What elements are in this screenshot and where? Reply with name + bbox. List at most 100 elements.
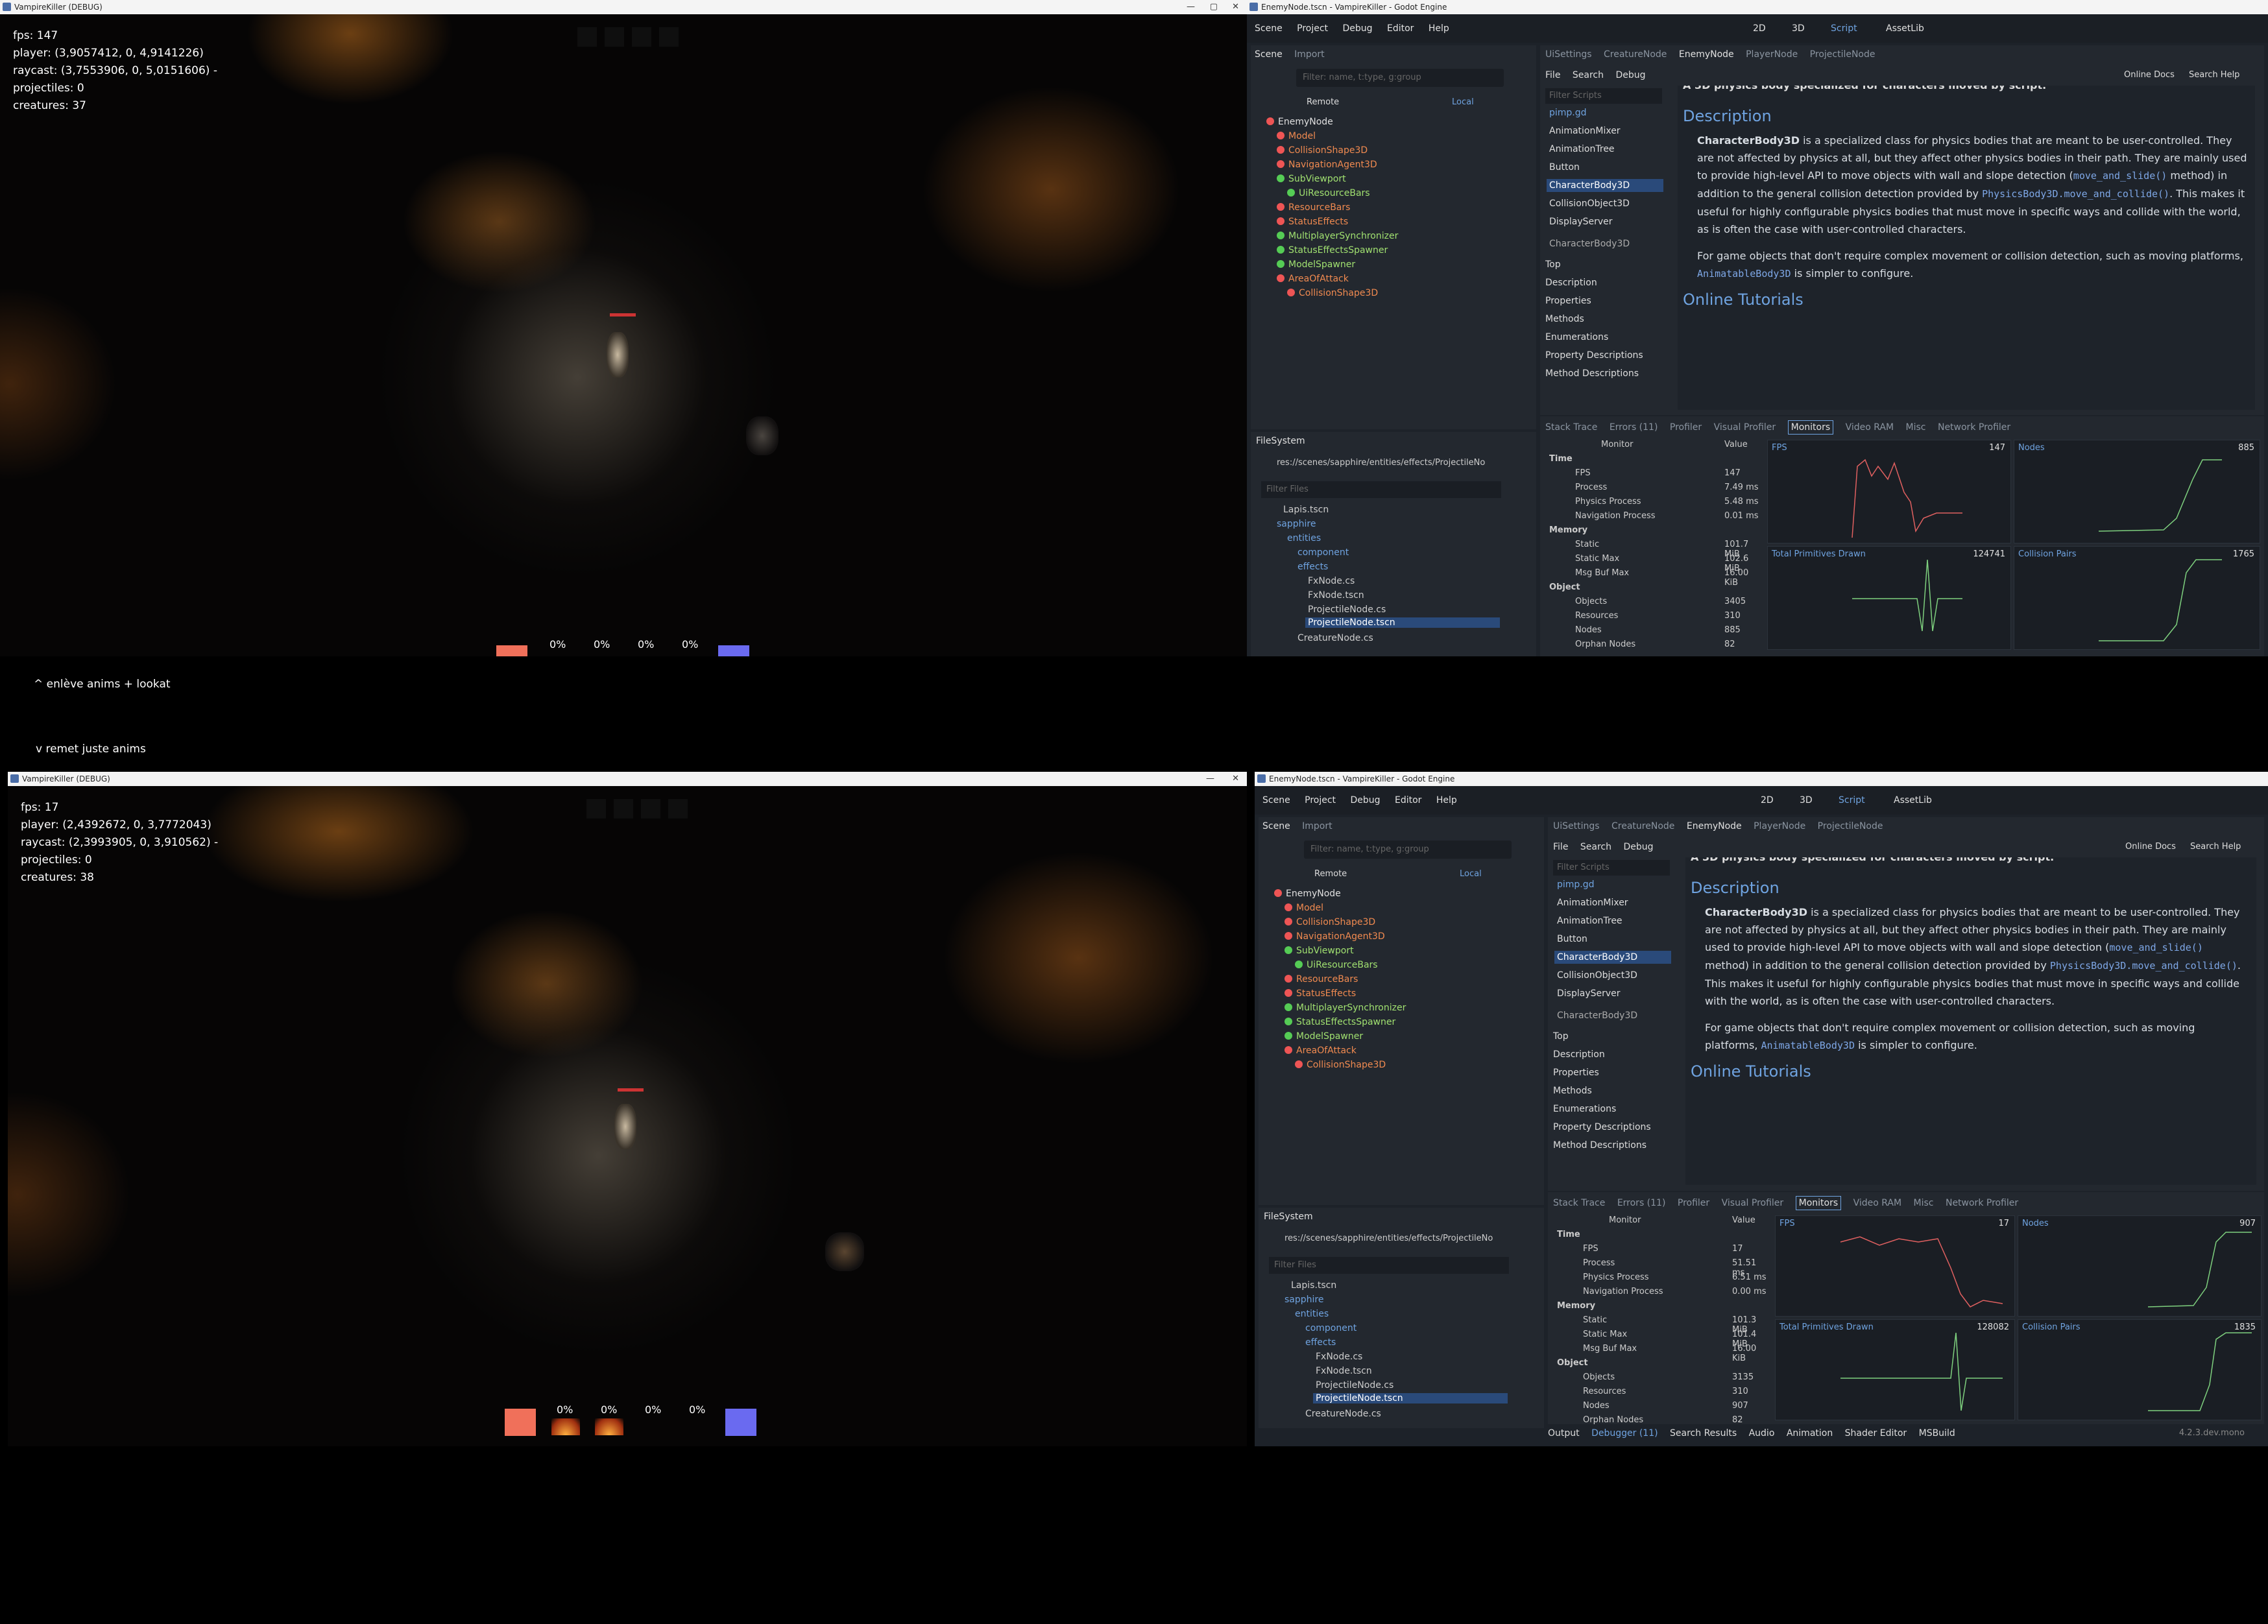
hotbar-slot[interactable] <box>659 27 679 47</box>
maximize-icon[interactable]: ▢ <box>1210 0 1218 14</box>
filesystem-tab[interactable]: FileSystem <box>1256 436 1305 446</box>
node-filter-input[interactable]: Filter: name, t:type, g:group <box>1304 841 1512 859</box>
monitor-row[interactable]: Static <box>1575 540 1599 549</box>
outline-item[interactable]: Methods <box>1545 314 1584 324</box>
monitor-row[interactable]: Msg Buf Max <box>1583 1344 1637 1354</box>
tree-node[interactable]: ModelSpawner <box>1285 1031 1363 1042</box>
fs-folder[interactable]: sapphire <box>1285 1295 1323 1305</box>
script-tab[interactable]: ProjectileNode <box>1818 821 1883 831</box>
tree-node[interactable]: StatusEffectsSpawner <box>1285 1017 1395 1027</box>
search-help-button[interactable]: Search Help <box>2189 70 2239 80</box>
outline-item[interactable]: Method Descriptions <box>1553 1140 1647 1151</box>
hotbar-slot[interactable] <box>641 799 660 818</box>
remote-toggle[interactable]: Remote <box>1307 97 1339 107</box>
tree-node[interactable]: ModelSpawner <box>1277 259 1355 270</box>
monitor-row[interactable]: Orphan Nodes <box>1575 639 1635 649</box>
filesystem-tab[interactable]: FileSystem <box>1264 1212 1313 1222</box>
monitor-row[interactable]: Objects <box>1583 1372 1615 1382</box>
close-icon[interactable]: ✕ <box>1232 772 1239 786</box>
monitor-row[interactable]: Static Max <box>1583 1330 1627 1339</box>
outline-item[interactable]: Enumerations <box>1545 332 1608 342</box>
monitor-row[interactable]: Orphan Nodes <box>1583 1415 1643 1425</box>
outline-item[interactable]: Properties <box>1553 1068 1599 1078</box>
mode-2d[interactable]: 2D <box>1753 14 1766 43</box>
bottom-tab[interactable]: Animation <box>1787 1428 1833 1439</box>
debugger-tab-active[interactable]: Monitors <box>1787 420 1834 435</box>
script-item[interactable]: AnimationMixer <box>1549 126 1621 136</box>
bottom-tab[interactable]: Output <box>1548 1428 1580 1439</box>
outline-item[interactable]: Enumerations <box>1553 1104 1616 1114</box>
mode-3d[interactable]: 3D <box>1800 786 1813 815</box>
monitor-row[interactable]: Physics Process <box>1575 497 1641 507</box>
monitor-row[interactable]: Static Max <box>1575 554 1619 564</box>
outline-item[interactable]: Properties <box>1545 296 1591 306</box>
tree-node[interactable]: CollisionShape3D <box>1287 288 1378 298</box>
fs-item[interactable]: CreatureNode.cs <box>1297 633 1373 643</box>
debugger-tab[interactable]: Stack Trace <box>1553 1198 1605 1208</box>
hotbar-slot[interactable] <box>605 27 624 47</box>
monitor-row[interactable]: Nodes <box>1583 1401 1610 1411</box>
mode-assetlib[interactable]: AssetLib <box>1894 786 1932 815</box>
script-tab-active[interactable]: EnemyNode <box>1679 49 1734 60</box>
tree-node[interactable]: StatusEffects <box>1285 988 1356 999</box>
script-tab[interactable]: PlayerNode <box>1746 49 1798 60</box>
minimize-icon[interactable]: — <box>1187 0 1195 14</box>
hotbar-slot[interactable] <box>586 799 606 818</box>
script-menu-file[interactable]: File <box>1553 842 1568 852</box>
close-icon[interactable]: ✕ <box>1232 0 1239 14</box>
debugger-tab[interactable]: Network Profiler <box>1946 1198 2018 1208</box>
monitor-row[interactable]: Nodes <box>1575 625 1602 635</box>
script-menu-search[interactable]: Search <box>1580 842 1611 852</box>
tree-node[interactable]: AreaOfAttack <box>1285 1045 1357 1056</box>
tree-node[interactable]: EnemyNode <box>1274 889 1341 899</box>
monitor-row[interactable]: Process <box>1583 1258 1615 1268</box>
monitor-row[interactable]: Static <box>1583 1315 1607 1325</box>
filter-files-input[interactable]: Filter Files <box>1261 481 1501 498</box>
game-viewport[interactable]: fps: 17 player: (2,4392672, 0, 3,7772043… <box>8 786 1247 1446</box>
outline-item[interactable]: Property Descriptions <box>1553 1122 1651 1132</box>
tree-node[interactable]: SubViewport <box>1277 174 1346 184</box>
local-toggle[interactable]: Local <box>1452 97 1474 107</box>
tree-node[interactable]: CollisionShape3D <box>1277 145 1368 156</box>
fs-item[interactable]: ProjectileNode.cs <box>1316 1380 1393 1391</box>
mode-script[interactable]: Script <box>1831 14 1857 43</box>
outline-item[interactable]: Property Descriptions <box>1545 350 1643 361</box>
outline-item[interactable]: Methods <box>1553 1086 1592 1096</box>
menu-debug[interactable]: Debug <box>1343 14 1373 43</box>
debugger-tab[interactable]: Profiler <box>1670 422 1702 433</box>
outline-item[interactable]: Method Descriptions <box>1545 368 1639 379</box>
tree-node[interactable]: UiResourceBars <box>1295 960 1378 970</box>
debugger-tab-active[interactable]: Monitors <box>1795 1196 1842 1210</box>
tab-import[interactable]: Import <box>1294 49 1324 60</box>
fs-folder[interactable]: component <box>1305 1323 1357 1333</box>
script-tab[interactable]: CreatureNode <box>1604 49 1667 60</box>
filter-scripts-input[interactable]: Filter Scripts <box>1545 88 1662 104</box>
fs-item-selected[interactable]: ProjectileNode.tscn <box>1305 617 1500 628</box>
remote-toggle[interactable]: Remote <box>1314 869 1347 879</box>
fs-folder[interactable]: component <box>1297 547 1349 558</box>
menu-scene[interactable]: Scene <box>1262 786 1290 815</box>
fs-item[interactable]: FxNode.tscn <box>1316 1366 1372 1376</box>
monitor-row[interactable]: FPS <box>1583 1244 1598 1254</box>
fs-item[interactable]: Lapis.tscn <box>1283 505 1329 515</box>
script-item-selected[interactable]: CharacterBody3D <box>1554 951 1671 964</box>
monitor-row[interactable]: Resources <box>1575 611 1618 621</box>
tree-node[interactable]: ResourceBars <box>1285 974 1358 985</box>
tree-node[interactable]: Model <box>1285 903 1323 913</box>
debugger-tab[interactable]: Stack Trace <box>1545 422 1597 433</box>
hotbar-slot[interactable] <box>577 27 597 47</box>
menu-debug[interactable]: Debug <box>1351 786 1381 815</box>
online-docs-button[interactable]: Online Docs <box>2125 842 2176 852</box>
tree-node[interactable]: CollisionShape3D <box>1285 917 1375 927</box>
debugger-tab[interactable]: Video RAM <box>1846 422 1894 433</box>
tree-node[interactable]: StatusEffectsSpawner <box>1277 245 1388 256</box>
fs-item[interactable]: Lapis.tscn <box>1291 1280 1336 1291</box>
filter-scripts-input[interactable]: Filter Scripts <box>1553 860 1670 876</box>
menu-project[interactable]: Project <box>1297 14 1328 43</box>
node-filter-input[interactable]: Filter: name, t:type, g:group <box>1296 69 1504 87</box>
hotbar-slot[interactable] <box>614 799 633 818</box>
tree-node[interactable]: SubViewport <box>1285 946 1354 956</box>
monitor-row[interactable]: FPS <box>1575 468 1591 478</box>
debugger-tab[interactable]: Errors (11) <box>1617 1198 1666 1208</box>
debugger-tab[interactable]: Visual Profiler <box>1714 422 1776 433</box>
